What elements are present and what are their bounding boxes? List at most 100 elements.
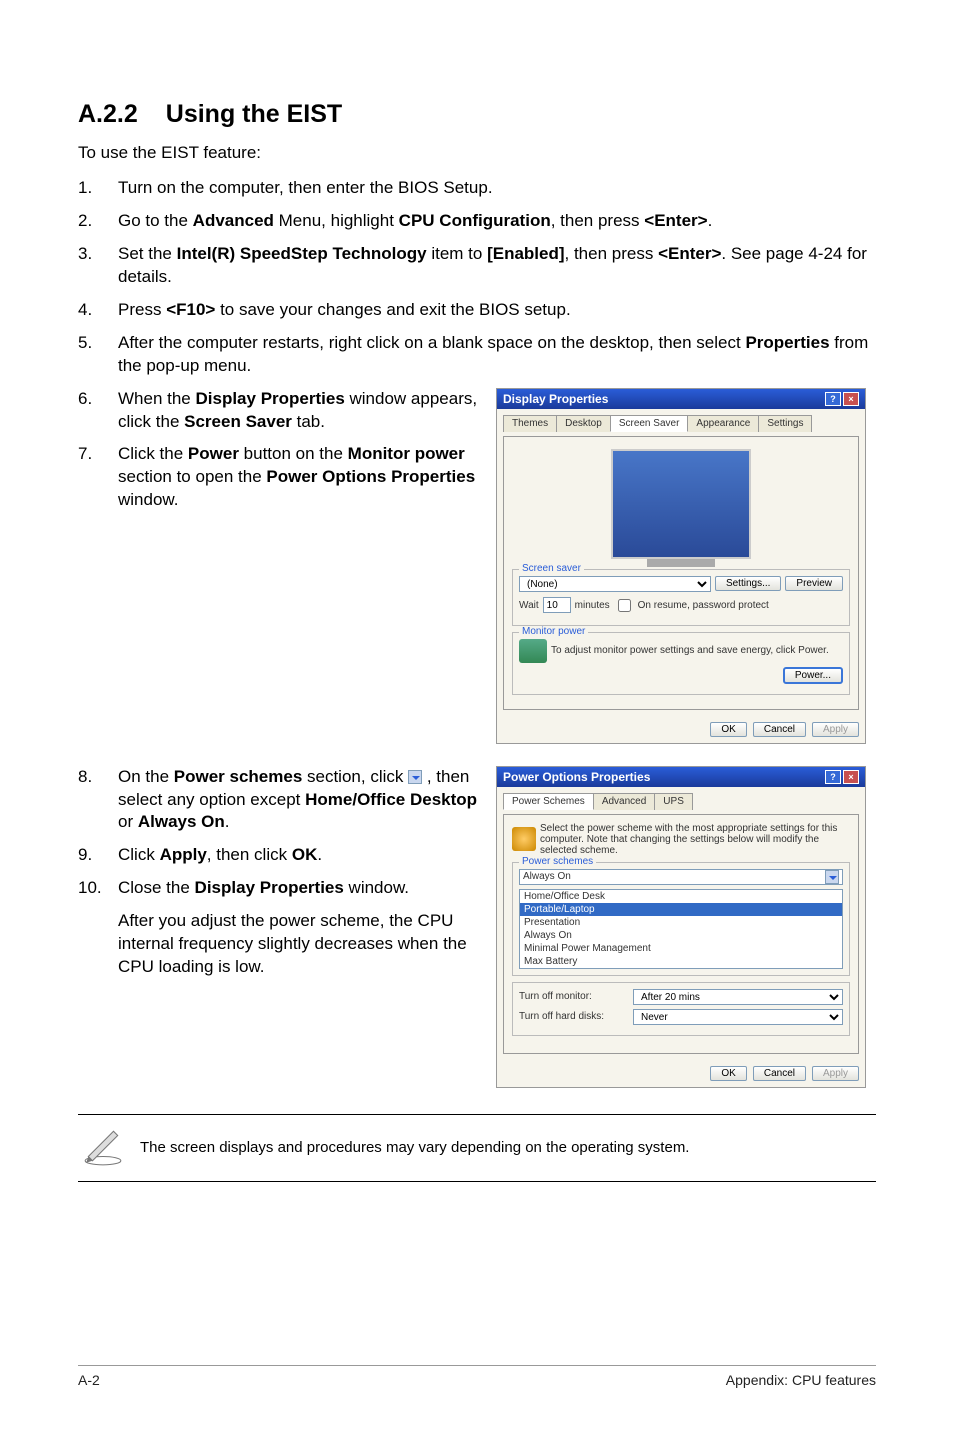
energy-icon xyxy=(519,639,547,663)
bold-term: <F10> xyxy=(166,300,215,319)
ok-button[interactable]: OK xyxy=(710,1066,746,1081)
step-text: After the computer restarts, right click… xyxy=(118,332,876,378)
step-item: 5.After the computer restarts, right cli… xyxy=(78,332,876,378)
help-icon[interactable]: ? xyxy=(825,770,841,784)
step-number: 9. xyxy=(78,844,118,867)
footer-page-number: A-2 xyxy=(78,1372,100,1388)
screensaver-select[interactable]: (None) xyxy=(519,576,711,592)
power-scheme-selected: Always On xyxy=(523,871,571,882)
step-number: 3. xyxy=(78,243,118,289)
step-item: 10.Close the Display Properties window. xyxy=(78,877,478,900)
monitor-power-group: Monitor power To adjust monitor power se… xyxy=(512,632,850,695)
step-item: 2.Go to the Advanced Menu, highlight CPU… xyxy=(78,210,876,233)
step-item: 3.Set the Intel(R) SpeedStep Technology … xyxy=(78,243,876,289)
step-number: 1. xyxy=(78,177,118,200)
bold-term: CPU Configuration xyxy=(399,211,551,230)
bold-term: Properties xyxy=(745,333,829,352)
screensaver-group: Screen saver (None) Settings... Preview … xyxy=(512,569,850,626)
tab-screen-saver[interactable]: Screen Saver xyxy=(610,415,689,432)
intro-text: To use the EIST feature: xyxy=(78,143,876,163)
tab-strip: Power SchemesAdvancedUPS xyxy=(503,793,859,810)
close-icon[interactable]: × xyxy=(843,770,859,784)
note-pencil-icon xyxy=(82,1125,124,1171)
step-text: Close the Display Properties window. xyxy=(118,877,478,900)
close-icon[interactable]: × xyxy=(843,392,859,406)
help-icon[interactable]: ? xyxy=(825,392,841,406)
dropdown-option[interactable]: Portable/Laptop xyxy=(520,903,842,916)
power-options-window: Power Options Properties ? × Power Schem… xyxy=(496,766,866,1088)
page-footer: A-2 Appendix: CPU features xyxy=(78,1365,876,1388)
step-text: Turn on the computer, then enter the BIO… xyxy=(118,177,876,200)
password-checkbox[interactable] xyxy=(618,599,631,612)
bold-term: <Enter> xyxy=(644,211,707,230)
settings-button[interactable]: Settings... xyxy=(715,576,781,591)
tab-strip: ThemesDesktopScreen SaverAppearanceSetti… xyxy=(503,415,859,432)
power-scheme-select[interactable]: Always On xyxy=(519,869,843,885)
step-text: Click the Power button on the Monitor po… xyxy=(118,443,478,512)
step-number: 2. xyxy=(78,210,118,233)
step-text: Click Apply, then click OK. xyxy=(118,844,478,867)
step-item: After you adjust the power scheme, the C… xyxy=(78,910,478,979)
step-text: Go to the Advanced Menu, highlight CPU C… xyxy=(118,210,876,233)
bold-term: Intel(R) SpeedStep Technology xyxy=(177,244,427,263)
bold-term: Always On xyxy=(138,812,225,831)
step-item: 1.Turn on the computer, then enter the B… xyxy=(78,177,876,200)
ok-button[interactable]: OK xyxy=(710,722,746,737)
turn-off-hd-select[interactable]: Never xyxy=(633,1009,843,1025)
preview-button[interactable]: Preview xyxy=(785,576,843,591)
bold-term: [Enabled] xyxy=(487,244,564,263)
bold-term: <Enter> xyxy=(658,244,721,263)
tab-power-schemes[interactable]: Power Schemes xyxy=(503,793,594,810)
cancel-button[interactable]: Cancel xyxy=(753,1066,806,1081)
step-number: 10. xyxy=(78,877,118,900)
display-properties-window: Display Properties ? × ThemesDesktopScre… xyxy=(496,388,866,744)
tab-ups[interactable]: UPS xyxy=(654,793,693,810)
note-text: The screen displays and procedures may v… xyxy=(140,1139,689,1156)
bold-term: Monitor power xyxy=(348,444,465,463)
apply-button[interactable]: Apply xyxy=(812,1066,859,1081)
wait-input[interactable] xyxy=(543,597,571,613)
turn-off-group: Turn off monitor: After 20 mins Turn off… xyxy=(512,982,850,1036)
step-number: 5. xyxy=(78,332,118,378)
dropdown-option[interactable]: Always On xyxy=(520,929,842,942)
section-number: A.2.2 xyxy=(78,100,138,128)
step-text: Set the Intel(R) SpeedStep Technology it… xyxy=(118,243,876,289)
tab-settings[interactable]: Settings xyxy=(758,415,812,432)
wait-label: Wait xyxy=(519,600,539,611)
dropdown-option[interactable]: Max Battery xyxy=(520,955,842,968)
step-item: 7.Click the Power button on the Monitor … xyxy=(78,443,478,512)
dropdown-option[interactable]: Home/Office Desk xyxy=(520,890,842,903)
footer-chapter: Appendix: CPU features xyxy=(726,1372,876,1388)
apply-button[interactable]: Apply xyxy=(812,722,859,737)
power-scheme-dropdown-list[interactable]: Home/Office DeskPortable/LaptopPresentat… xyxy=(519,889,843,969)
power-button[interactable]: Power... xyxy=(783,667,843,684)
bold-term: Display Properties xyxy=(196,389,345,408)
password-label: On resume, password protect xyxy=(638,600,769,611)
monitor-preview xyxy=(611,449,751,559)
step-text: After you adjust the power scheme, the C… xyxy=(118,910,478,979)
bold-term: Power Options Properties xyxy=(266,467,475,486)
turn-off-monitor-label: Turn off monitor: xyxy=(519,991,629,1002)
dropdown-option[interactable]: Minimal Power Management xyxy=(520,942,842,955)
step-item: 8.On the Power schemes section, click , … xyxy=(78,766,478,835)
dropdown-option[interactable]: Presentation xyxy=(520,916,842,929)
bold-term: Power schemes xyxy=(174,767,303,786)
step-text: Press <F10> to save your changes and exi… xyxy=(118,299,876,322)
turn-off-hd-label: Turn off hard disks: xyxy=(519,1011,629,1022)
step-item: 4.Press <F10> to save your changes and e… xyxy=(78,299,876,322)
note-box: The screen displays and procedures may v… xyxy=(78,1114,876,1182)
window-title: Power Options Properties xyxy=(503,770,650,784)
tab-desktop[interactable]: Desktop xyxy=(556,415,611,432)
tab-advanced[interactable]: Advanced xyxy=(593,793,655,810)
cancel-button[interactable]: Cancel xyxy=(753,722,806,737)
tab-appearance[interactable]: Appearance xyxy=(687,415,759,432)
chevron-down-icon xyxy=(408,770,422,784)
tab-themes[interactable]: Themes xyxy=(503,415,557,432)
bold-term: Power xyxy=(188,444,239,463)
bold-term: OK xyxy=(292,845,318,864)
turn-off-monitor-select[interactable]: After 20 mins xyxy=(633,989,843,1005)
power-schemes-desc: Select the power scheme with the most ap… xyxy=(540,823,850,856)
section-title-text: Using the EIST xyxy=(166,100,342,128)
steps-list-mid: 6.When the Display Properties window app… xyxy=(78,388,478,513)
bold-term: Home/Office Desktop xyxy=(305,790,477,809)
